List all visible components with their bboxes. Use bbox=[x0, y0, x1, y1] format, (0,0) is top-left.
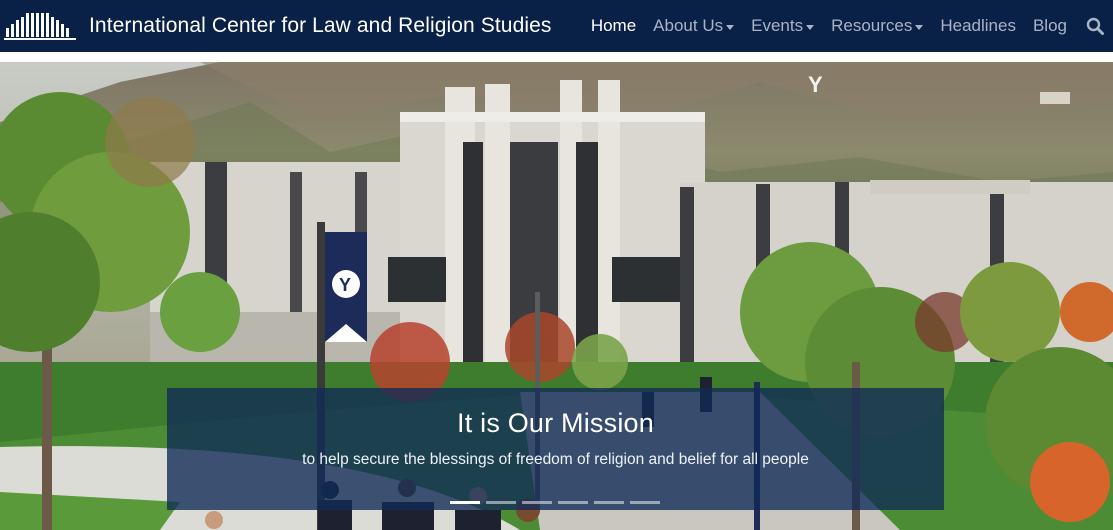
caret-down-icon bbox=[915, 24, 924, 30]
nav-blog-label: Blog bbox=[1032, 16, 1067, 35]
caption-title: It is Our Mission bbox=[457, 408, 654, 438]
banner-letter: Y bbox=[339, 275, 351, 295]
carousel-indicator-1[interactable] bbox=[450, 501, 480, 504]
nav-home-label: Home bbox=[590, 16, 637, 35]
carousel-indicator-2[interactable] bbox=[486, 501, 516, 504]
nav-resources-label: Resources bbox=[831, 16, 913, 35]
nav-about-us-label: About Us bbox=[653, 16, 724, 35]
caption-text: to help secure the blessings of freedom … bbox=[302, 451, 809, 468]
main-nav: Home About Us Events Resources Headlines… bbox=[591, 0, 1113, 52]
search-icon[interactable] bbox=[1086, 17, 1104, 35]
brand[interactable]: International Center for Law and Religio… bbox=[0, 0, 552, 52]
carousel-indicators bbox=[450, 501, 666, 504]
nav-events-label: Events bbox=[751, 16, 804, 35]
columns-logo-icon[interactable] bbox=[4, 11, 76, 41]
nav-about-us[interactable]: About Us bbox=[653, 16, 735, 36]
svg-text:Y: Y bbox=[808, 72, 823, 97]
site-title[interactable]: International Center for Law and Religio… bbox=[89, 14, 552, 38]
carousel-caption: It is Our Mission to help secure the ble… bbox=[167, 388, 944, 510]
carousel-indicator-4[interactable] bbox=[558, 501, 588, 504]
nav-events[interactable]: Events bbox=[751, 16, 815, 36]
carousel-indicator-3[interactable] bbox=[522, 501, 552, 504]
nav-headlines-label: Headlines bbox=[940, 16, 1016, 35]
hero-carousel[interactable]: Y Y It is Our Mission to help secure the… bbox=[0, 62, 1113, 530]
top-navbar: International Center for Law and Religio… bbox=[0, 0, 1113, 52]
nav-headlines[interactable]: Headlines bbox=[940, 16, 1016, 36]
nav-blog[interactable]: Blog bbox=[1033, 16, 1067, 36]
carousel-indicator-6[interactable] bbox=[630, 501, 660, 504]
caret-down-icon bbox=[726, 24, 735, 30]
carousel-indicator-5[interactable] bbox=[594, 501, 624, 504]
nav-resources[interactable]: Resources bbox=[831, 16, 924, 36]
nav-home[interactable]: Home bbox=[591, 16, 636, 36]
caret-down-icon bbox=[806, 24, 815, 30]
